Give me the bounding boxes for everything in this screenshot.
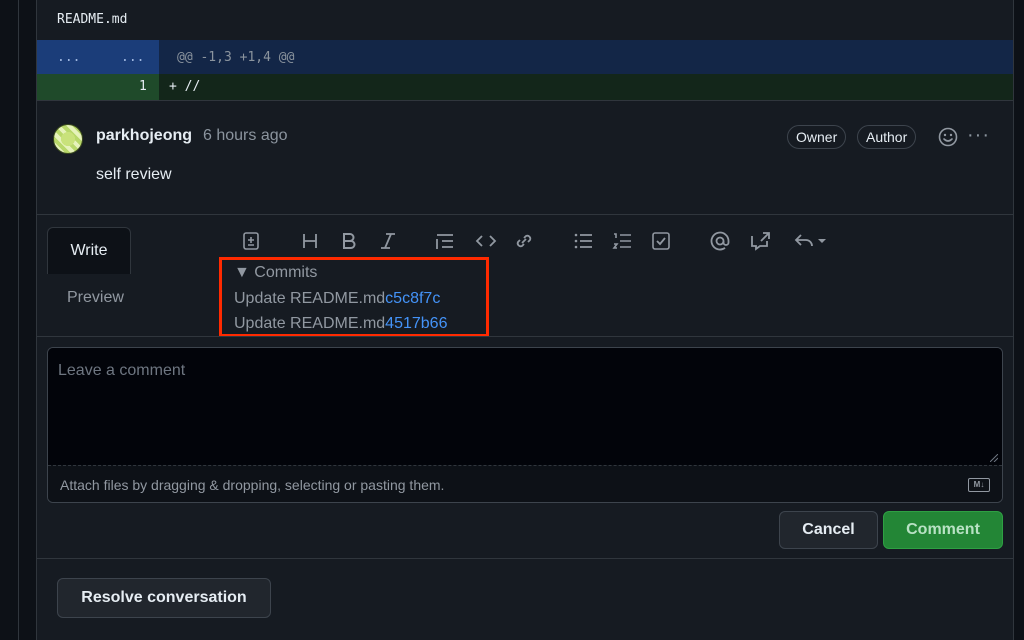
bold-icon[interactable] (340, 231, 358, 251)
commit-message: Update README.md (234, 290, 386, 307)
markdown-icon[interactable]: M↓ (968, 478, 990, 492)
add-reaction-icon[interactable] (937, 126, 959, 148)
italic-icon[interactable] (379, 231, 397, 251)
file-name[interactable]: README.md (57, 12, 127, 27)
tab-preview[interactable]: Preview (67, 289, 124, 307)
comment-textarea-container: Leave a comment Attach files by dragging… (47, 347, 1003, 503)
attach-files-text: Attach files by dragging & dropping, sel… (60, 477, 445, 493)
commits-suggestion-box: ▼ Commits Update README.mdc5c8f7c Update… (219, 257, 489, 337)
divider (37, 100, 1013, 101)
quote-icon[interactable] (435, 231, 455, 251)
commit-hash-link[interactable]: c5c8f7c (385, 290, 440, 307)
divider (37, 558, 1013, 559)
comment-textarea[interactable]: Leave a comment (48, 348, 1002, 465)
added-line-number[interactable]: 1 (139, 79, 147, 94)
review-thread-card: README.md ... ... @@ -1,3 +1,4 @@ 1 + //… (36, 0, 1014, 640)
commit-item[interactable]: Update README.mdc5c8f7c (234, 290, 440, 308)
reply-editor: Write Preview ▼ Commits Update README.md… (37, 214, 1013, 559)
code-icon[interactable] (475, 231, 497, 251)
owner-badge: Owner (787, 125, 847, 149)
resolve-conversation-button[interactable]: Resolve conversation (57, 578, 271, 618)
heading-icon[interactable] (301, 231, 319, 251)
ordered-list-icon[interactable] (612, 231, 632, 251)
diff-icon[interactable] (241, 231, 261, 251)
author-badge: Author (857, 125, 917, 149)
divider (37, 336, 1013, 337)
reference-icon[interactable] (749, 231, 771, 251)
comment-body: self review (96, 166, 172, 183)
link-icon[interactable] (514, 231, 534, 251)
commits-toggle[interactable]: ▼ Commits (234, 264, 317, 282)
hunk-header-row: ... ... @@ -1,3 +1,4 @@ (37, 40, 1013, 74)
comment-button[interactable]: Comment (883, 511, 1003, 549)
comment-placeholder: Leave a comment (58, 362, 186, 379)
avatar[interactable] (53, 124, 83, 154)
unordered-list-icon[interactable] (573, 231, 593, 251)
added-line-row: 1 + // (37, 74, 1013, 100)
hunk-header-text: @@ -1,3 +1,4 @@ (177, 50, 295, 65)
reply-icon[interactable] (793, 231, 829, 251)
mention-icon[interactable] (709, 231, 731, 251)
more-options-icon[interactable]: ··· (967, 124, 990, 147)
tab-write[interactable]: Write (47, 227, 131, 274)
hunk-old-line-expander[interactable]: ... (57, 50, 80, 65)
comment-timestamp[interactable]: 6 hours ago (203, 127, 288, 145)
hunk-new-line-expander[interactable]: ... (121, 50, 144, 65)
cancel-button[interactable]: Cancel (779, 511, 878, 549)
commit-item[interactable]: Update README.md4517b66 (234, 315, 447, 333)
file-header: README.md (37, 0, 1013, 40)
added-line-code: + // (169, 79, 201, 94)
commits-title-label: Commits (254, 264, 318, 281)
commit-hash-link[interactable]: 4517b66 (385, 315, 447, 332)
comment-author[interactable]: parkhojeong (96, 127, 192, 145)
attach-files-bar[interactable]: Attach files by dragging & dropping, sel… (48, 465, 1002, 502)
commit-message: Update README.md (234, 315, 386, 332)
left-gutter (0, 0, 19, 640)
tasklist-icon[interactable] (651, 231, 671, 251)
resize-handle-icon[interactable] (990, 454, 998, 462)
